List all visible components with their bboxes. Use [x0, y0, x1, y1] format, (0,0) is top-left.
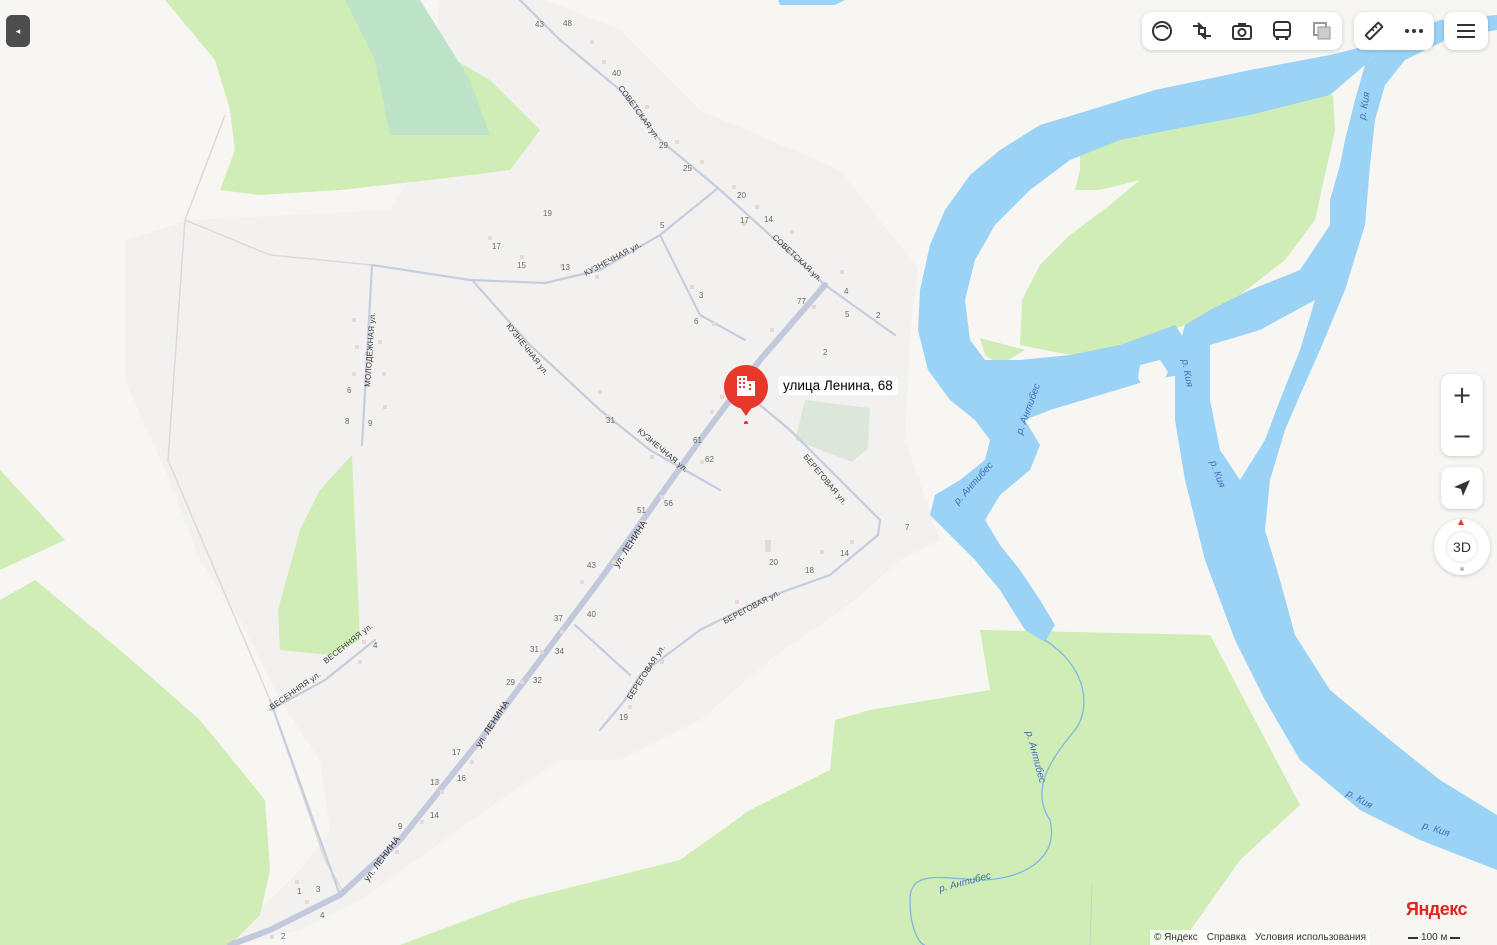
- location-pin-icon[interactable]: [722, 364, 770, 425]
- house-number: 17: [452, 748, 461, 757]
- house-number: 77: [797, 297, 806, 306]
- house-number: 14: [840, 549, 849, 558]
- house-number: 61: [693, 436, 702, 445]
- house-number: 40: [612, 69, 621, 78]
- compass-3d-control[interactable]: 3D: [1434, 519, 1490, 575]
- house-number: 4: [844, 287, 849, 296]
- 3d-toggle-button[interactable]: 3D: [1447, 532, 1477, 562]
- house-number: 32: [533, 676, 542, 685]
- more-icon: [1405, 29, 1423, 33]
- house-number: 14: [764, 215, 773, 224]
- house-number: 19: [619, 713, 628, 722]
- house-number: 2: [876, 311, 881, 320]
- camera-button[interactable]: [1222, 13, 1262, 49]
- house-number: 2: [823, 348, 828, 357]
- house-number: 8: [345, 417, 350, 426]
- house-number: 43: [535, 20, 544, 29]
- panorama-icon: [1152, 21, 1172, 41]
- scale-line: [1408, 936, 1418, 939]
- layers-panel: [1142, 12, 1342, 50]
- house-number: 7: [905, 523, 910, 532]
- bus-icon: [1273, 21, 1291, 40]
- house-number: 51: [637, 506, 646, 515]
- traffic-icon: [1193, 22, 1211, 40]
- house-number: 6: [694, 317, 699, 326]
- house-number: 6: [347, 386, 352, 395]
- house-number: 17: [740, 216, 749, 225]
- house-number: 5: [845, 310, 850, 319]
- house-number: 56: [664, 499, 673, 508]
- scale-line: [1450, 936, 1461, 939]
- house-number: 1: [297, 887, 302, 896]
- triangle-left-icon: ◂: [15, 25, 21, 36]
- house-number: 48: [563, 19, 572, 28]
- yandex-logo[interactable]: Яндекс: [1406, 899, 1468, 920]
- compass-north-icon: [1458, 519, 1464, 525]
- water-top: [778, 0, 845, 5]
- house-number: 37: [554, 614, 563, 623]
- map-canvas[interactable]: СОВЕТСКАЯ ул. СОВЕТСКАЯ ул. КУЗНЕЧНАЯ ул…: [0, 0, 1497, 945]
- geolocation-arrow-icon: [1454, 480, 1470, 496]
- house-number: 17: [492, 242, 501, 251]
- menu-button[interactable]: [1444, 12, 1488, 50]
- map-footer: © Яндекс Справка Условия использования: [1150, 930, 1371, 945]
- house-number: 20: [737, 191, 746, 200]
- collapse-sidebar-button[interactable]: ◂: [6, 15, 30, 47]
- layers-button[interactable]: [1302, 13, 1342, 49]
- house-number: 29: [659, 141, 668, 150]
- house-number: 19: [543, 209, 552, 218]
- more-button[interactable]: [1394, 13, 1434, 49]
- house-number: 62: [705, 455, 714, 464]
- house-number: 31: [530, 645, 539, 654]
- house-number: 3: [316, 885, 321, 894]
- zoom-in-button[interactable]: +: [1441, 374, 1483, 415]
- scale-label: 100 м: [1421, 932, 1448, 943]
- house-number: 4: [320, 911, 325, 920]
- scale-bar: 100 м: [1408, 930, 1461, 945]
- ruler-icon: [1364, 21, 1384, 41]
- help-link[interactable]: Справка: [1207, 932, 1246, 943]
- house-number: 5: [660, 221, 665, 230]
- house-number: 43: [587, 561, 596, 570]
- house-number: 31: [606, 416, 615, 425]
- house-number: 40: [587, 610, 596, 619]
- zoom-out-button[interactable]: −: [1441, 415, 1483, 456]
- house-number: 34: [555, 647, 564, 656]
- place-label[interactable]: улица Ленина, 68: [778, 376, 898, 395]
- copyright-text: © Яндекс: [1154, 932, 1198, 943]
- panorama-button[interactable]: [1142, 13, 1182, 49]
- compass-south-dot: [1460, 567, 1464, 571]
- transport-button[interactable]: [1262, 13, 1302, 49]
- house-number: 2: [281, 932, 286, 941]
- ruler-button[interactable]: [1354, 13, 1394, 49]
- house-number: 20: [769, 558, 778, 567]
- house-number: 16: [457, 774, 466, 783]
- house-number: 29: [506, 678, 515, 687]
- house-number: 13: [430, 778, 439, 787]
- house-number: 13: [561, 263, 570, 272]
- house-number: 9: [368, 419, 373, 428]
- house-number: 4: [373, 641, 378, 650]
- house-number: 3: [699, 291, 704, 300]
- zoom-control: + −: [1441, 374, 1483, 456]
- traffic-button[interactable]: [1182, 13, 1222, 49]
- hamburger-menu-icon: [1457, 24, 1475, 38]
- house-number: 25: [683, 164, 692, 173]
- house-number: 18: [805, 566, 814, 575]
- layers-icon: [1313, 22, 1331, 40]
- house-number: 14: [430, 811, 439, 820]
- tools-panel: [1354, 12, 1434, 50]
- house-number: 9: [398, 822, 403, 831]
- geolocation-button[interactable]: [1441, 467, 1483, 509]
- terms-link[interactable]: Условия использования: [1255, 932, 1366, 943]
- house-number: 15: [517, 261, 526, 270]
- camera-icon: [1232, 23, 1252, 40]
